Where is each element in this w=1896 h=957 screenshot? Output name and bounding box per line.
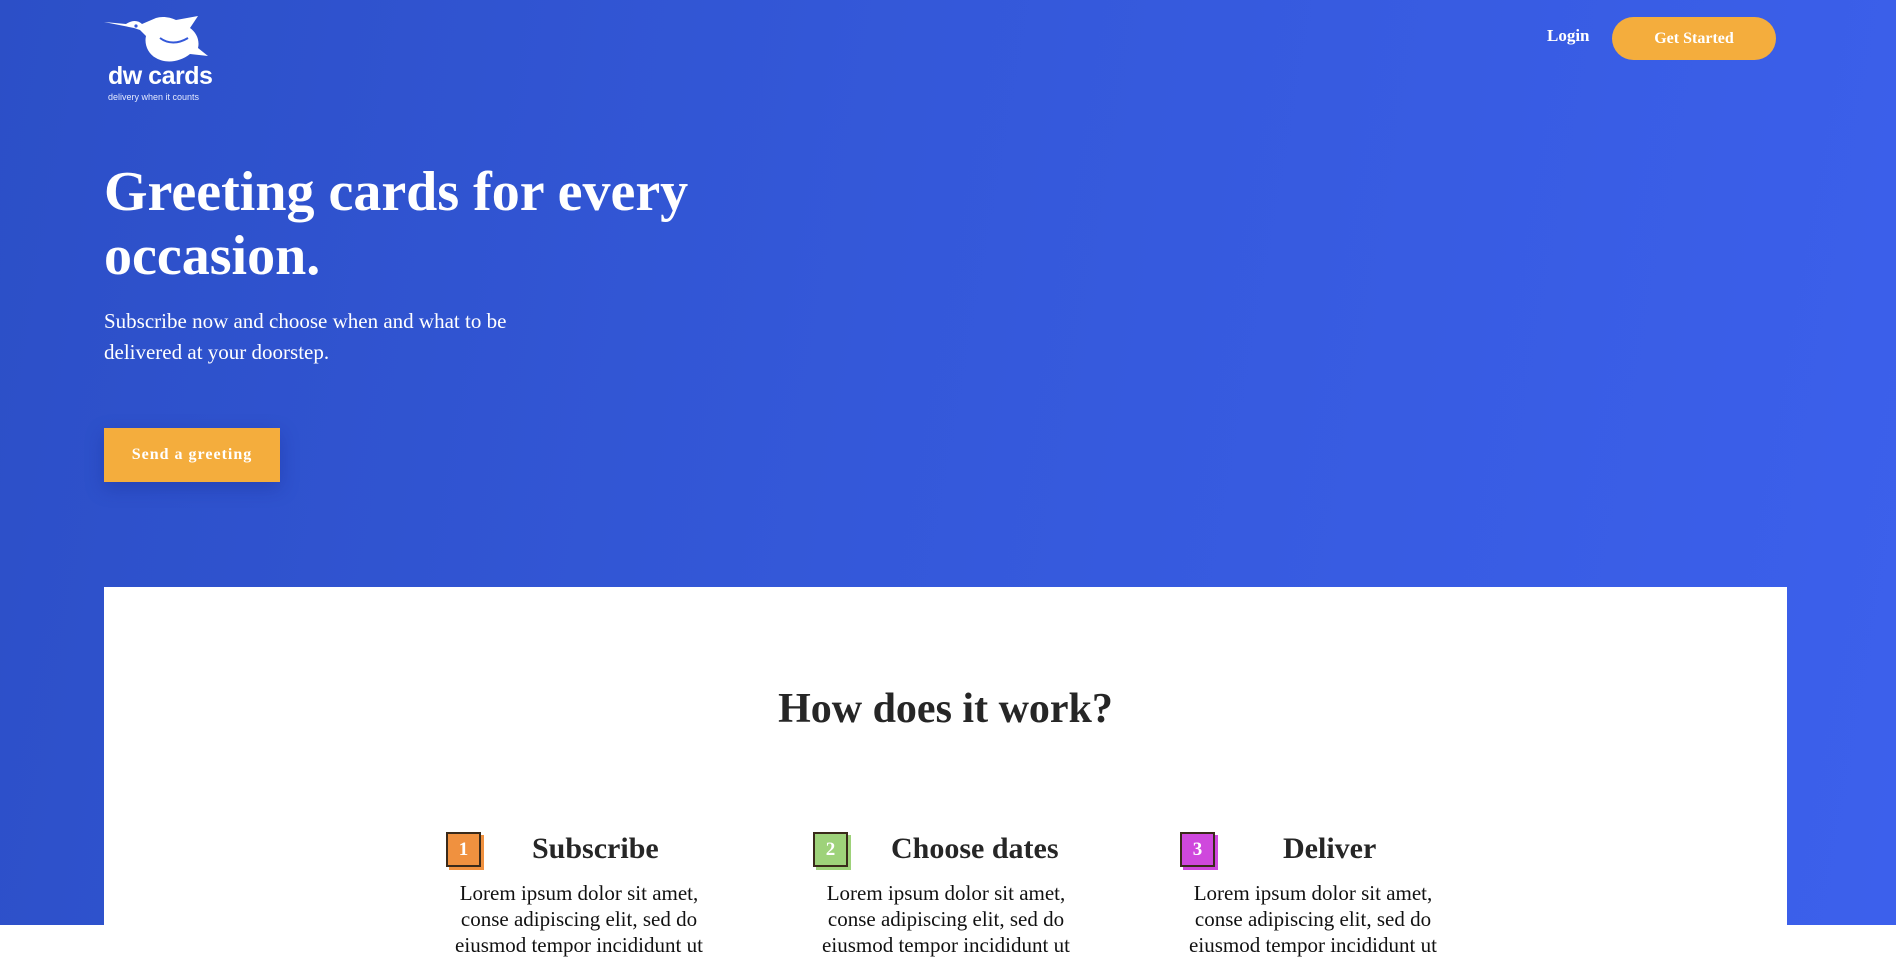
step-description: Lorem ipsum dolor sit amet, conse adipis… [455, 881, 703, 957]
hero-title: Greeting cards for every occasion. [104, 161, 689, 287]
step-number-badge: 1 [446, 832, 484, 870]
step-number-badge: 2 [813, 832, 851, 870]
how-it-works-title: How does it work? [778, 686, 1113, 732]
hero-subtitle: Subscribe now and choose when and what t… [104, 309, 507, 364]
get-started-button[interactable]: Get Started [1612, 17, 1776, 60]
logo-name: dw cards [108, 62, 213, 90]
step-choose-dates: 2 Choose dates Lorem ipsum dolor sit ame… [813, 832, 1103, 957]
logo-tagline: delivery when it counts [108, 92, 200, 102]
step-deliver: 3 Deliver Lorem ipsum dolor sit amet, co… [1180, 832, 1470, 957]
send-greeting-button[interactable]: Send a greeting [104, 428, 280, 482]
login-link[interactable]: Login [1547, 26, 1590, 46]
step-description: Lorem ipsum dolor sit amet, conse adipis… [1189, 881, 1437, 957]
step-title: Subscribe [532, 832, 659, 865]
step-description: Lorem ipsum dolor sit amet, conse adipis… [822, 881, 1070, 957]
step-title: Choose dates [891, 832, 1059, 865]
logo[interactable]: dw cards delivery when it counts [104, 14, 214, 104]
hummingbird-icon [104, 16, 208, 62]
step-subscribe: 1 Subscribe Lorem ipsum dolor sit amet, … [446, 832, 736, 957]
step-number-badge: 3 [1180, 832, 1218, 870]
how-it-works-section: How does it work? 1 Subscribe Lorem ipsu… [104, 587, 1787, 957]
step-title: Deliver [1283, 832, 1377, 865]
